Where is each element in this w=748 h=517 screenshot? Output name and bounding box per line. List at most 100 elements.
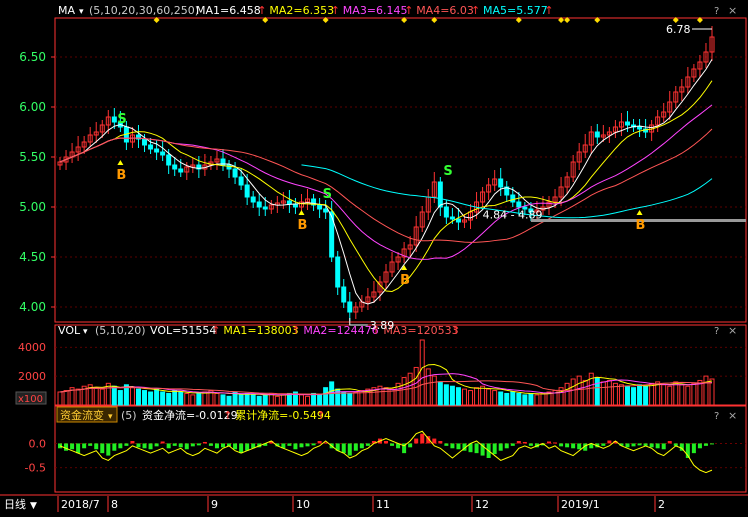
vol-params: (5,10,20) bbox=[95, 324, 146, 337]
flow-bar bbox=[130, 441, 135, 444]
price-params: (5,10,20,30,60,250) bbox=[89, 4, 199, 17]
vol-bar bbox=[600, 381, 606, 406]
flow-bar bbox=[317, 441, 322, 444]
vol-bar bbox=[160, 391, 166, 406]
price-indicator-dropdown-icon[interactable]: ▾ bbox=[79, 7, 84, 17]
candle-body bbox=[323, 208, 329, 213]
vol-bar bbox=[486, 388, 492, 406]
flow-bar bbox=[510, 443, 515, 446]
flow-bar bbox=[347, 443, 352, 456]
price-indicator-name[interactable]: MA bbox=[58, 4, 75, 17]
candle-body bbox=[455, 218, 461, 223]
vol-bar bbox=[172, 390, 178, 406]
flow-bar bbox=[287, 443, 292, 446]
flow-bar bbox=[94, 443, 99, 450]
flow-bar bbox=[498, 443, 503, 451]
readout-2: MA2=6.353 bbox=[269, 4, 334, 17]
vol-indicator-dropdown-icon[interactable]: ▾ bbox=[83, 327, 88, 337]
buy-arrow-icon bbox=[298, 210, 305, 215]
vol-bar bbox=[534, 394, 540, 406]
flow-close-icon[interactable]: × bbox=[728, 409, 737, 422]
vol-close-icon[interactable]: × bbox=[728, 324, 737, 337]
candle-body bbox=[341, 286, 347, 303]
vol-bar bbox=[244, 392, 250, 406]
candle-body bbox=[449, 216, 455, 220]
low-label: 3.89 bbox=[370, 319, 395, 332]
readout-arrow-icon: ↑ bbox=[257, 4, 266, 17]
price-readouts: MA1=6.458↑ MA2=6.353↑ MA3=6.145↑ MA4=6.03↑ M… bbox=[196, 4, 554, 17]
flow-bar bbox=[100, 443, 105, 454]
flow-bar bbox=[577, 443, 582, 450]
vol-bar bbox=[449, 385, 455, 406]
flow-bar bbox=[710, 443, 714, 445]
vol-bar bbox=[431, 375, 437, 406]
vol-bar bbox=[256, 395, 262, 406]
vol-bar bbox=[117, 390, 123, 406]
vol-bar bbox=[347, 392, 353, 406]
flow-bar bbox=[420, 433, 425, 444]
readout-arrow-icon: ↑ bbox=[404, 4, 413, 17]
flow-help-icon[interactable]: ? bbox=[714, 411, 719, 422]
readout-5: MA5=5.577 bbox=[483, 4, 548, 17]
flow-bar bbox=[202, 441, 207, 444]
buy-signal: B bbox=[297, 218, 307, 233]
period-selector[interactable]: 日线 bbox=[4, 497, 26, 511]
vol-bar bbox=[510, 391, 516, 406]
vol-bar bbox=[323, 387, 329, 406]
price-close-icon[interactable]: × bbox=[728, 4, 737, 17]
vol-bar bbox=[468, 390, 474, 406]
flow-bar bbox=[571, 443, 576, 449]
flow-bar bbox=[553, 442, 558, 444]
candle-body bbox=[510, 194, 516, 203]
vol-bar bbox=[540, 392, 546, 406]
readout-1: MA1=6.458 bbox=[196, 4, 261, 17]
price-help-icon[interactable]: ? bbox=[714, 6, 719, 17]
vol-bar bbox=[661, 384, 667, 406]
flow-bar bbox=[359, 443, 364, 449]
flow-bar bbox=[305, 443, 310, 447]
ma-line-4 bbox=[59, 128, 713, 243]
flow-readouts: 资金净流=-0.0129↑ 累计净流=-0.5494↑ bbox=[142, 408, 331, 422]
vol-readouts: VOL=51554↑ MA1=138003↑ MA2=124476↑ MA3=1205… bbox=[150, 324, 461, 337]
flow-bar bbox=[691, 443, 696, 454]
candle-body bbox=[317, 204, 323, 210]
vol-bar bbox=[154, 388, 160, 406]
vol-bar bbox=[618, 384, 624, 406]
date-label: 12 bbox=[475, 498, 489, 511]
vol-bar bbox=[649, 382, 655, 406]
vol-bar bbox=[673, 381, 679, 406]
flow-bar bbox=[697, 443, 702, 449]
readout-3: MA3=6.145 bbox=[343, 4, 408, 17]
vol-bar bbox=[111, 385, 117, 406]
flow-indicator-name[interactable]: 资金流变 bbox=[60, 408, 104, 422]
flow-bar bbox=[58, 443, 62, 449]
vol-bar bbox=[425, 368, 431, 406]
flow-bar bbox=[341, 443, 346, 454]
vol-bar bbox=[202, 391, 208, 406]
flow-bar bbox=[655, 443, 660, 449]
vol-bar bbox=[63, 390, 69, 406]
sell-signal: S bbox=[443, 164, 452, 179]
flow-indicator-dropdown-icon[interactable]: ▾ bbox=[108, 412, 113, 422]
vol-bar bbox=[492, 390, 498, 406]
price-tick-label: 5.50 bbox=[19, 150, 46, 164]
period-dropdown-icon[interactable]: ▼ bbox=[30, 501, 37, 511]
vol-bar bbox=[437, 381, 443, 406]
flow-bar bbox=[438, 441, 443, 444]
readout-3: MA2=124476 bbox=[303, 324, 378, 337]
candle-body bbox=[160, 151, 166, 156]
flow-bar bbox=[106, 443, 111, 456]
flow-bar bbox=[64, 443, 69, 451]
candle-body bbox=[154, 148, 160, 153]
buy-signal: B bbox=[116, 168, 126, 183]
vol-bar bbox=[522, 394, 528, 406]
flow-bar bbox=[390, 443, 395, 446]
vol-bar bbox=[166, 392, 172, 406]
flow-bar bbox=[82, 443, 87, 449]
vol-bar bbox=[582, 379, 588, 406]
vol-bar bbox=[564, 382, 570, 406]
vol-indicator-name[interactable]: VOL bbox=[58, 324, 81, 337]
stock-chart-window: MA ▾ (5,10,20,30,60,250) MA1=6.458 ↑ MA2=6… bbox=[0, 0, 748, 513]
candle-body bbox=[624, 121, 630, 126]
vol-help-icon[interactable]: ? bbox=[714, 326, 719, 337]
